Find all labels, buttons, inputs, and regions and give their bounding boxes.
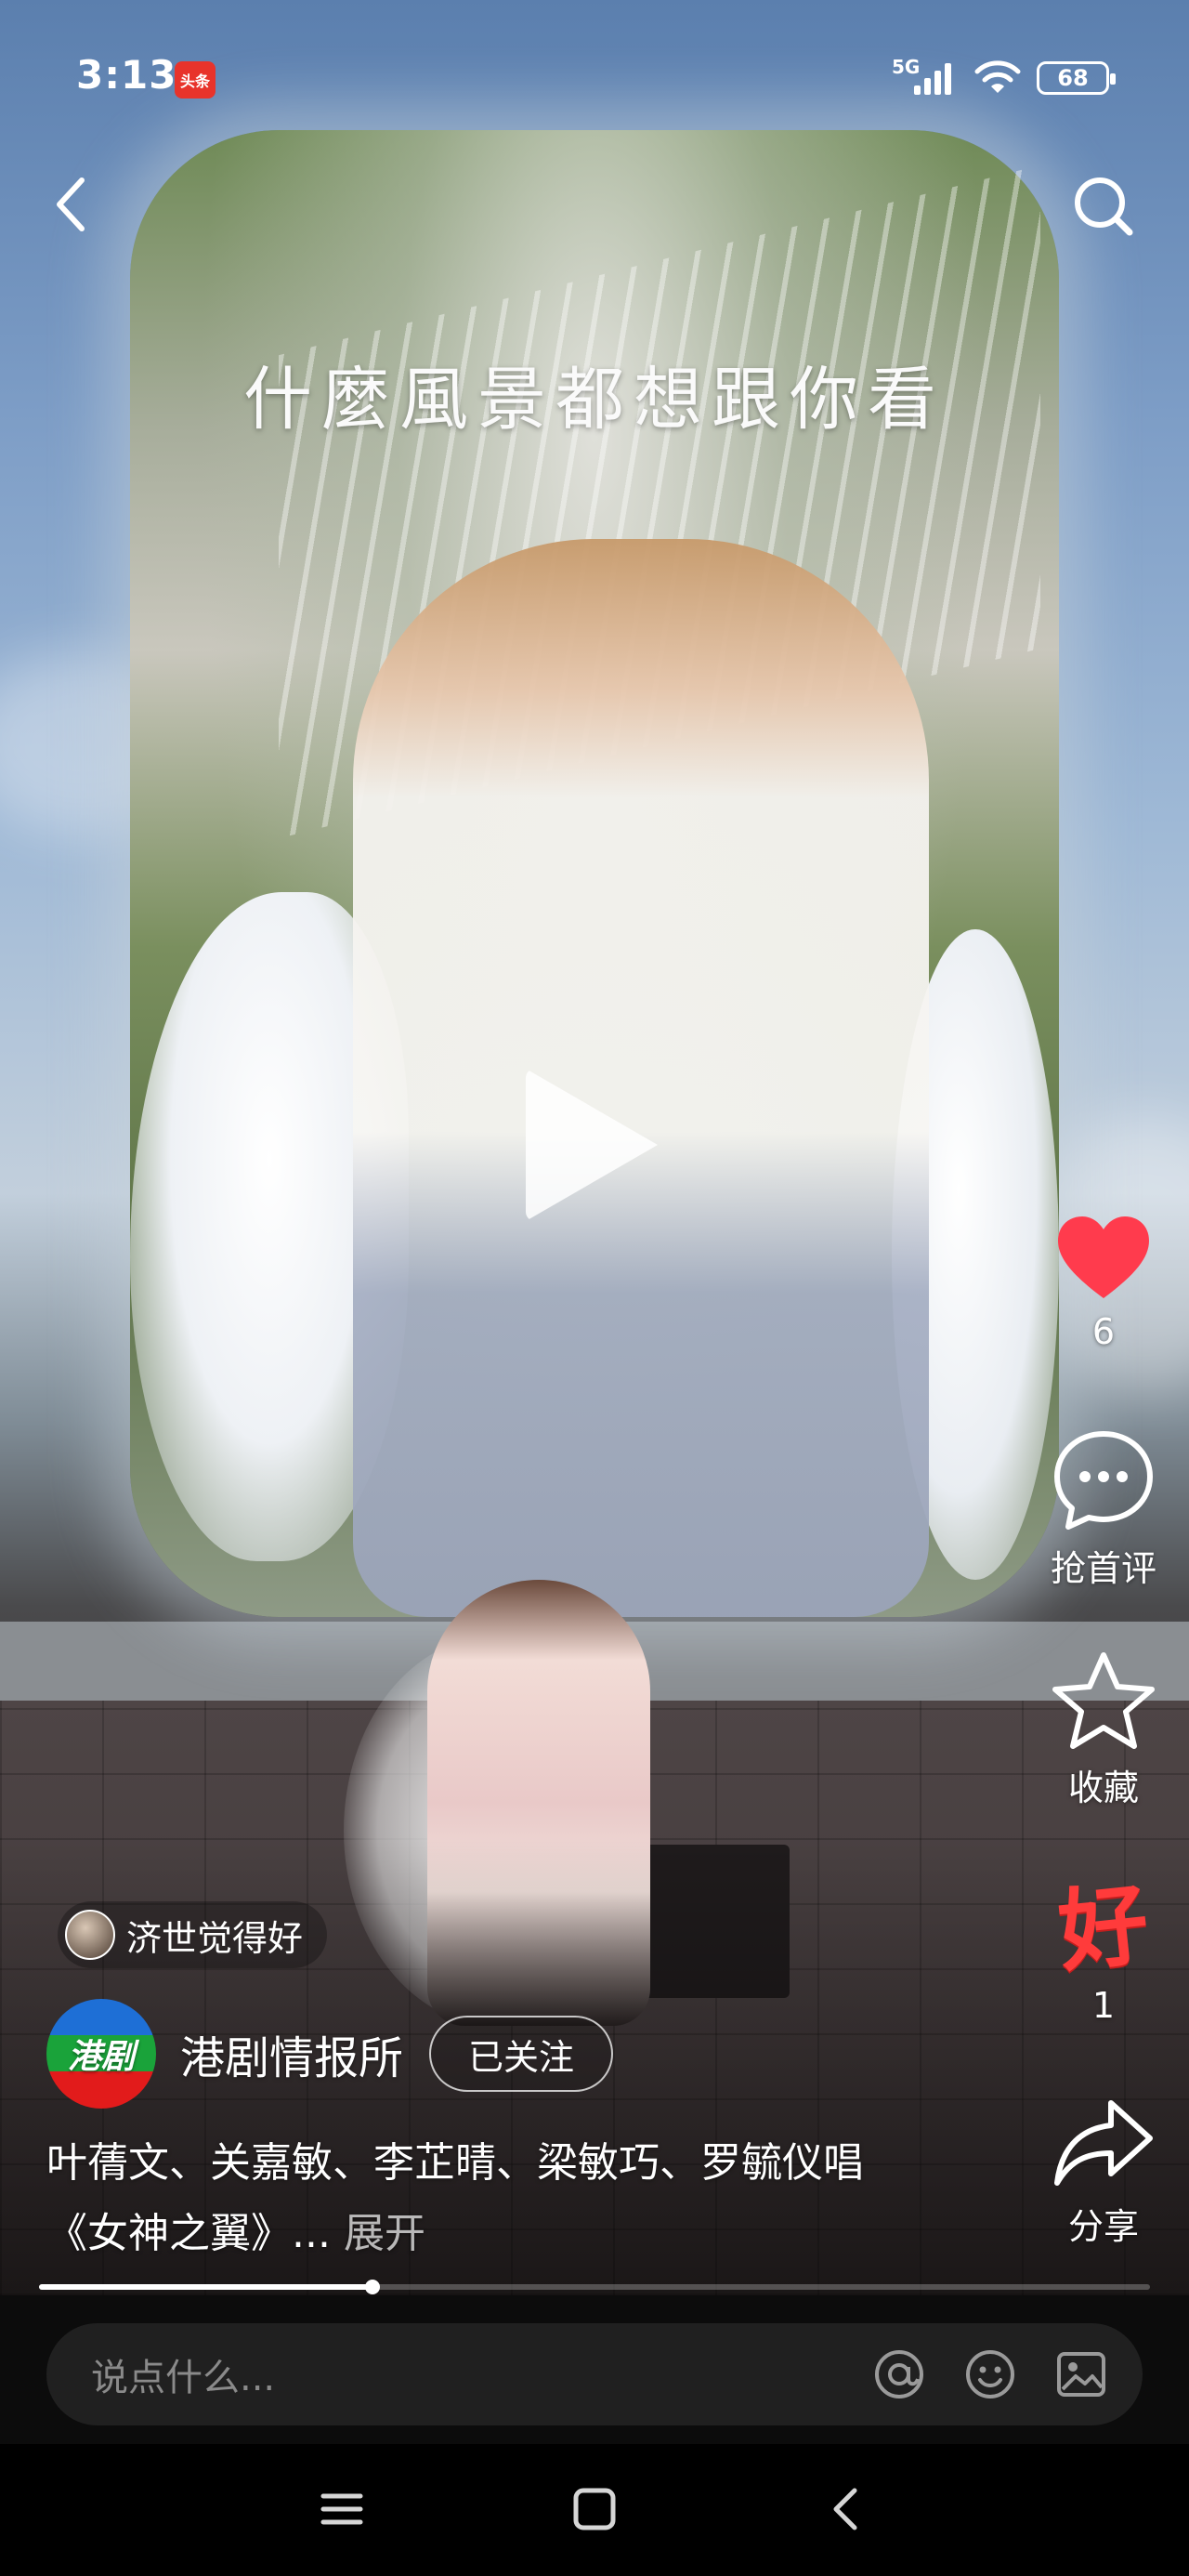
- back-icon[interactable]: [819, 2481, 875, 2537]
- battery-level: 68: [1057, 65, 1089, 91]
- wifi-icon: [974, 60, 1021, 93]
- status-bar: 3:13 头条 5G 68: [0, 0, 1189, 158]
- progress-fill: [39, 2284, 372, 2290]
- comment-label: 抢首评: [1050, 1548, 1156, 1589]
- share-arrow-icon: [1054, 2100, 1153, 2186]
- favorite-button[interactable]: 收藏: [1029, 1649, 1178, 1810]
- mention-name: 济世觉得好: [126, 1917, 304, 1959]
- play-icon[interactable]: [526, 1069, 658, 1221]
- like-button[interactable]: 6: [1029, 1213, 1178, 1352]
- comment-button[interactable]: 抢首评: [1029, 1426, 1178, 1591]
- author-avatar-text: 港剧: [67, 2038, 135, 2076]
- star-icon: [1052, 1652, 1155, 1749]
- comment-bar: 说点什么...: [0, 2295, 1189, 2444]
- at-icon[interactable]: [873, 2348, 925, 2400]
- menu-icon[interactable]: [314, 2481, 370, 2537]
- back-arrow-icon[interactable]: [43, 167, 102, 242]
- home-icon[interactable]: [567, 2481, 622, 2537]
- status-time: 3:13: [76, 52, 177, 98]
- comment-input[interactable]: 说点什么...: [46, 2323, 1143, 2425]
- emoji-icon[interactable]: [964, 2348, 1016, 2400]
- signal-icon: [914, 59, 957, 95]
- search-icon[interactable]: [1066, 169, 1141, 243]
- heart-icon: [1058, 1216, 1149, 1298]
- good-button[interactable]: 好 1: [1029, 1872, 1178, 2026]
- description-line: 《女神之翼》... 展开: [46, 2199, 985, 2269]
- description-line: 叶蒨文、关嘉敏、李芷晴、梁敏巧、罗毓仪唱: [46, 2139, 864, 2187]
- favorite-label: 收藏: [1067, 1768, 1139, 1808]
- follow-button[interactable]: 已关注: [429, 2016, 614, 2092]
- avatar: [65, 1910, 115, 1960]
- progress-knob[interactable]: [364, 2280, 380, 2294]
- system-nav-bar: [0, 2444, 1189, 2576]
- video-description[interactable]: 叶蒨文、关嘉敏、李芷晴、梁敏巧、罗毓仪唱 《女神之翼》... 展开: [46, 2128, 985, 2269]
- like-count: 6: [1091, 1311, 1116, 1352]
- battery-icon: 68: [1037, 61, 1116, 95]
- author-avatar[interactable]: 港剧: [46, 1999, 156, 2109]
- author-row: 港剧 港剧情报所 已关注: [46, 1998, 614, 2109]
- share-button[interactable]: 分享: [1029, 2096, 1178, 2249]
- comment-bubble-icon: [1054, 1431, 1153, 1530]
- description-line-2: 《女神之翼》...: [46, 2210, 331, 2257]
- expand-link[interactable]: 展开: [344, 2210, 425, 2257]
- author-name[interactable]: 港剧情报所: [180, 2021, 403, 2086]
- video-progress-bar[interactable]: [39, 2280, 1150, 2294]
- image-icon[interactable]: [1055, 2348, 1107, 2400]
- video-overlay-caption: 什麼風景都想跟你看: [243, 360, 946, 440]
- good-icon: 好: [1053, 1872, 1154, 1985]
- good-count: 1: [1091, 1985, 1116, 2026]
- mention-chip[interactable]: 济世觉得好: [58, 1901, 328, 1968]
- share-label: 分享: [1067, 2206, 1139, 2247]
- app-notification-badge: 头条: [175, 61, 216, 99]
- comment-placeholder: 说点什么...: [91, 2357, 276, 2399]
